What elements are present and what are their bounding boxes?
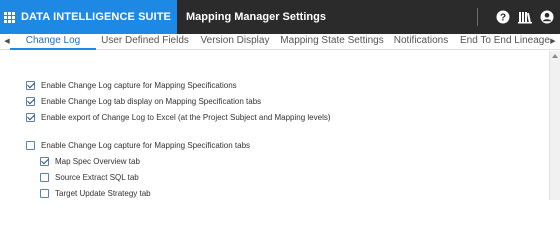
option-label: Enable export of Change Log to Excel (at… [41,112,331,122]
tab-mapping-state-settings[interactable]: Mapping State Settings [280,34,384,50]
tab-end-to-end-lineage[interactable]: End To End Lineage [460,34,550,50]
tab-scroll-right-icon[interactable]: ▶ [548,34,558,50]
checkbox[interactable] [26,140,35,150]
brand-title: DATA INTELLIGENCE SUITE [21,11,171,23]
option-label: Target Update Strategy tab [55,188,151,198]
tab-notifications[interactable]: Notifications [390,34,452,50]
option-source-extract-sql[interactable]: Source Extract SQL tab [40,171,139,183]
option-label: Map Spec Overview tab [55,156,140,166]
option-label: Source Extract SQL tab [55,172,139,182]
brand-area[interactable]: DATA INTELLIGENCE SUITE [0,0,177,34]
tab-user-defined-fields[interactable]: User Defined Fields [100,34,190,50]
checkbox[interactable] [26,96,35,106]
checkbox[interactable] [26,112,35,122]
option-label: Enable Change Log capture for Mapping Sp… [41,80,237,90]
top-bar: DATA INTELLIGENCE SUITE Mapping Manager … [0,0,560,34]
header-divider [477,8,478,26]
user-icon[interactable] [540,10,554,24]
option-capture-change-log[interactable]: Enable Change Log capture for Mapping Sp… [26,79,237,91]
option-capture-spec-tabs[interactable]: Enable Change Log capture for Mapping Sp… [26,139,250,151]
library-icon[interactable] [518,10,532,24]
checkbox[interactable] [40,156,49,166]
checkbox[interactable] [40,188,49,198]
active-tab-indicator [10,48,96,50]
svg-text:?: ? [500,13,506,24]
help-icon[interactable]: ? [496,10,510,24]
option-map-spec-overview[interactable]: Map Spec Overview tab [40,155,140,167]
vertical-scrollbar[interactable] [549,51,560,200]
checkbox[interactable] [26,80,35,90]
scroll-up-icon[interactable] [552,54,558,58]
option-label: Enable Change Log capture for Mapping Sp… [41,140,251,150]
header-actions: ? [477,0,554,34]
checkbox[interactable] [40,172,49,182]
settings-panel: Enable Change Log capture for Mapping Sp… [0,51,549,200]
option-label: Enable Change Log tab display on Mapping… [41,96,262,106]
grid-icon[interactable] [4,11,15,23]
page-title: Mapping Manager Settings [186,11,326,23]
tab-version-display[interactable]: Version Display [198,34,272,50]
option-target-update-strategy[interactable]: Target Update Strategy tab [40,187,151,199]
option-export-excel[interactable]: Enable export of Change Log to Excel (at… [26,111,331,123]
option-tab-display[interactable]: Enable Change Log tab display on Mapping… [26,95,261,107]
